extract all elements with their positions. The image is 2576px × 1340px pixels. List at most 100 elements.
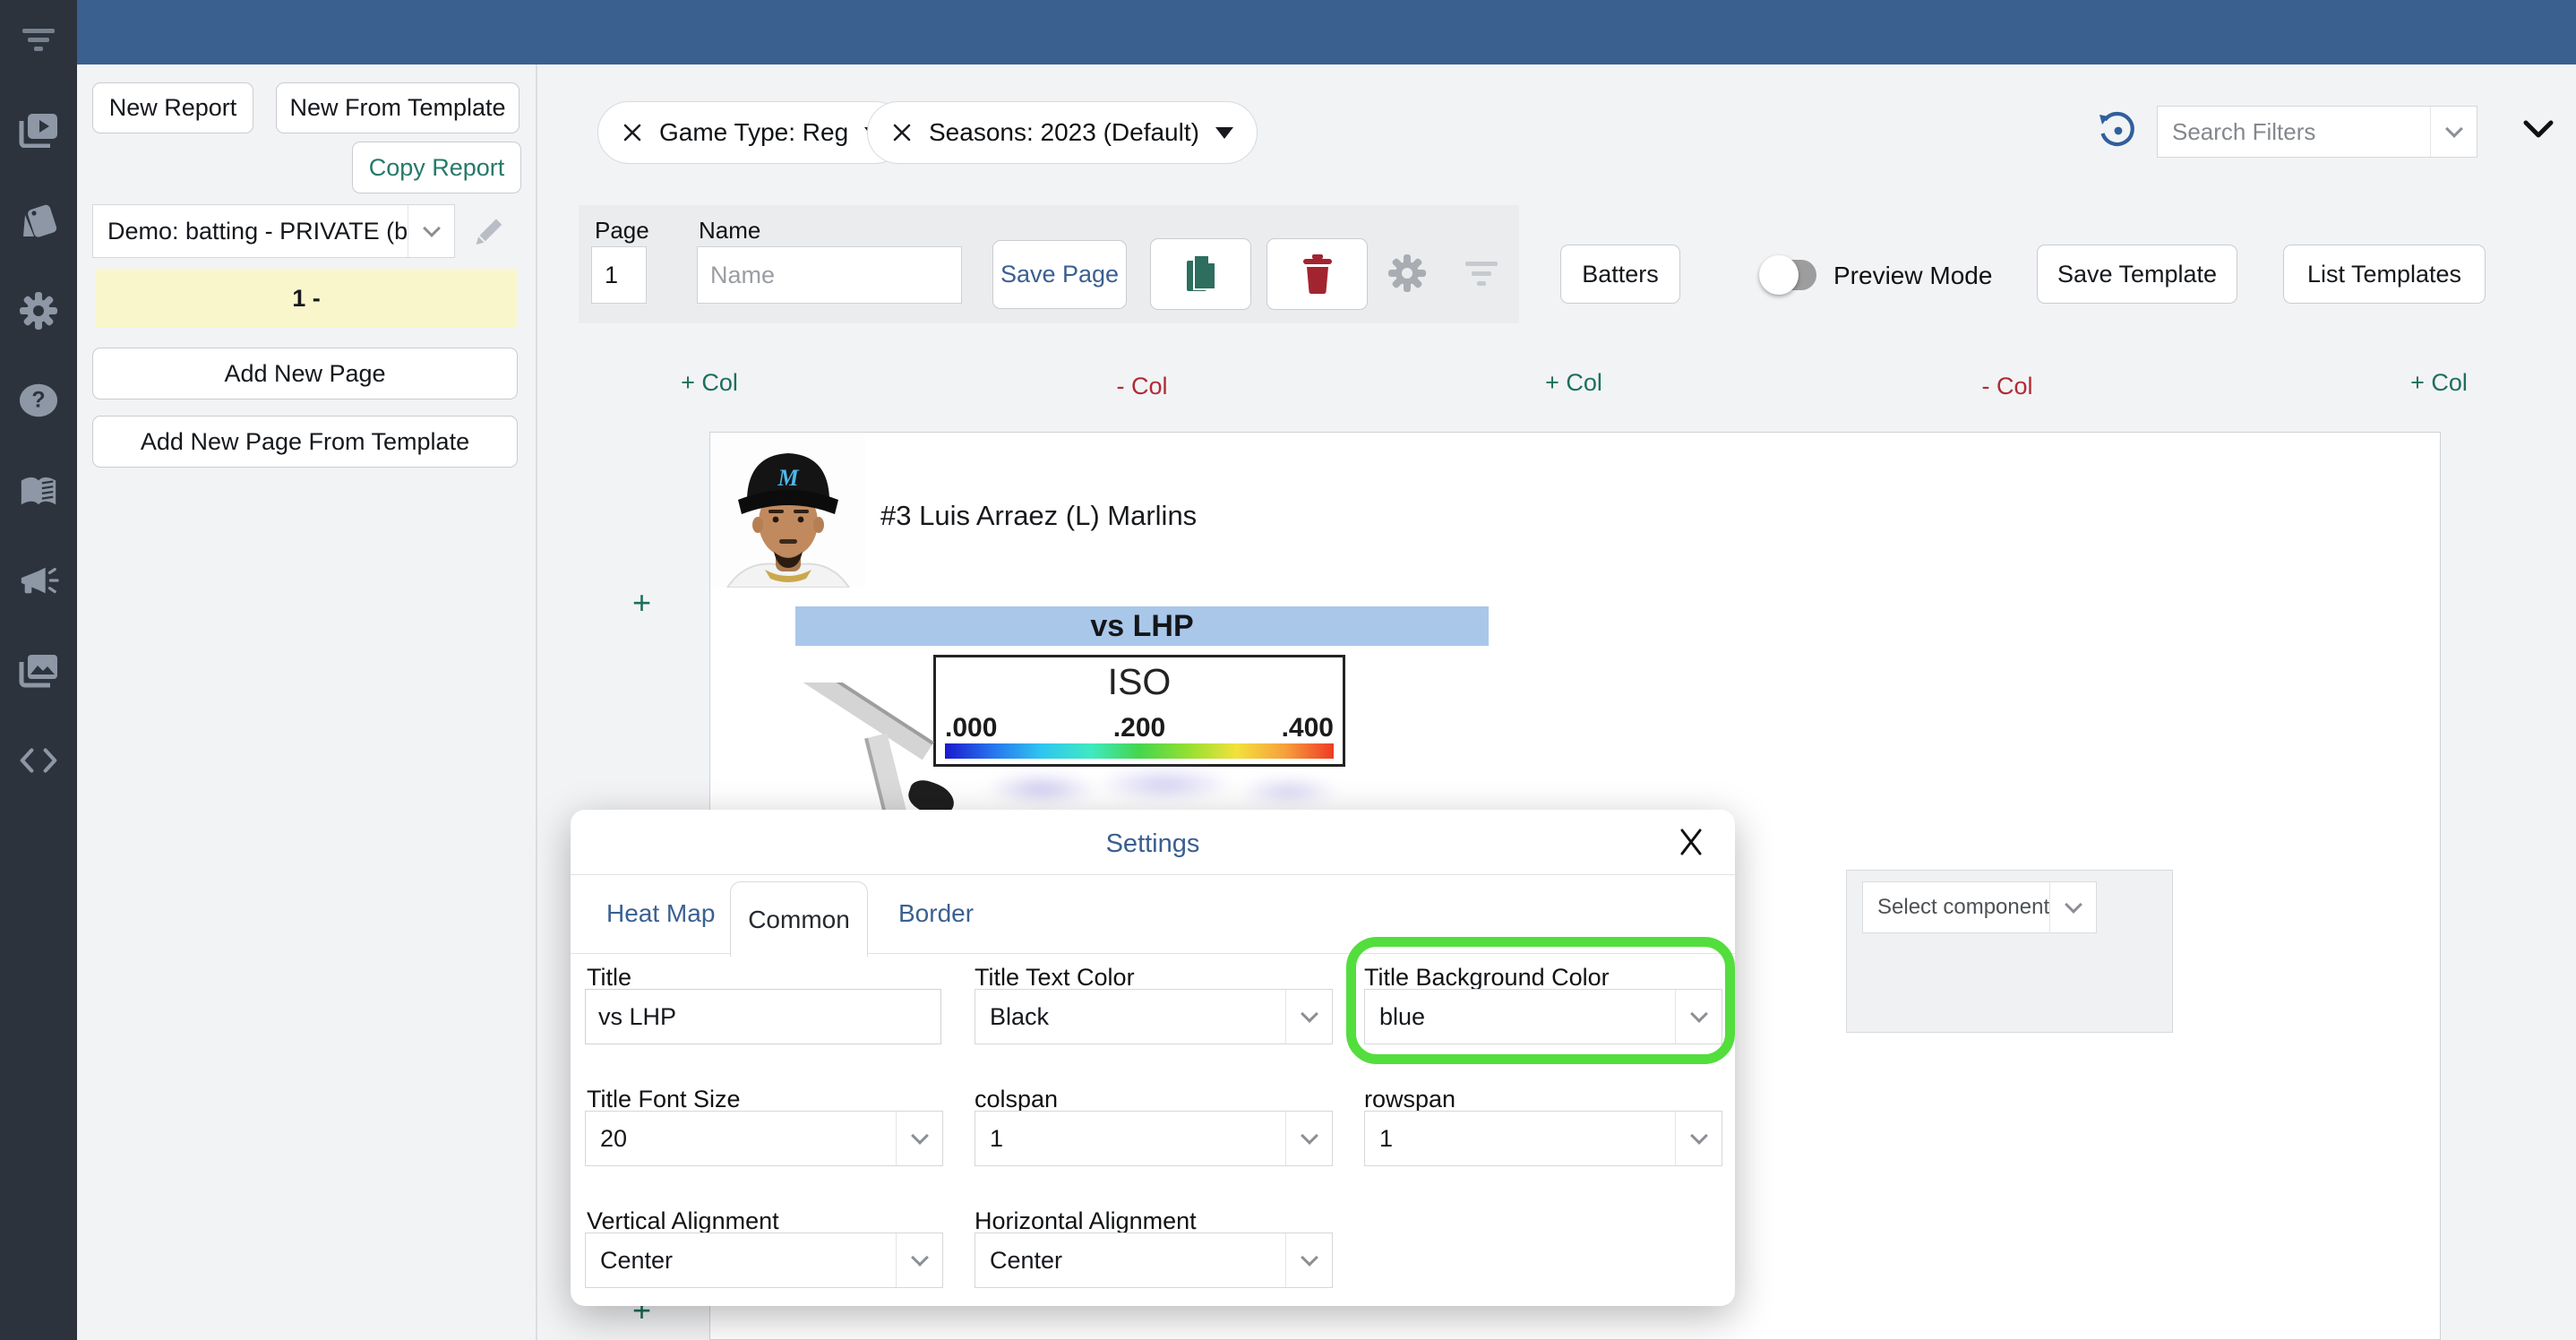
horizontal-alignment-value: Center (990, 1246, 1063, 1274)
vertical-alignment-select[interactable]: Center (585, 1233, 943, 1288)
code-icon[interactable] (18, 740, 59, 781)
collapse-chevron-icon[interactable] (2522, 118, 2555, 144)
section-title-bar[interactable]: vs LHP (795, 606, 1489, 646)
save-page-button[interactable]: Save Page (992, 240, 1127, 309)
remove-col-button[interactable]: - Col (1116, 373, 1167, 400)
gear-icon[interactable] (18, 290, 59, 331)
colspan-value: 1 (990, 1124, 1004, 1152)
preview-mode-toggle[interactable] (1759, 255, 1816, 295)
add-col-button[interactable]: + Col (2410, 369, 2468, 397)
close-icon[interactable] (891, 122, 913, 143)
svg-text:?: ? (31, 388, 45, 413)
title-font-size-select[interactable]: 20 (585, 1111, 943, 1166)
colspan-select[interactable]: 1 (975, 1111, 1333, 1166)
video-library-icon[interactable] (18, 109, 59, 150)
add-new-page-from-template-button[interactable]: Add New Page From Template (92, 416, 518, 468)
preview-mode-label: Preview Mode (1833, 262, 1993, 289)
chevron-down-icon (1675, 1112, 1722, 1165)
filter-chip-game-type[interactable]: Game Type: Reg (597, 101, 907, 164)
list-templates-button[interactable]: List Templates (2283, 245, 2486, 304)
save-template-button[interactable]: Save Template (2037, 245, 2237, 304)
iso-tick-max: .400 (1281, 713, 1334, 743)
search-filters-select[interactable]: Search Filters (2157, 106, 2477, 158)
heatmap-blob (967, 763, 1379, 810)
filter-chip-seasons[interactable]: Seasons: 2023 (Default) (867, 101, 1258, 164)
report-select-value: Demo: batting - PRIVATE (brad... (107, 217, 408, 245)
vertical-alignment-label: Vertical Alignment (587, 1207, 779, 1234)
player-photo: M (711, 434, 865, 592)
iso-legend: ISO .000 .200 .400 (933, 655, 1345, 767)
modal-divider (571, 874, 1735, 875)
add-new-page-button[interactable]: Add New Page (92, 348, 518, 399)
page-name-input[interactable] (697, 246, 962, 304)
copy-page-icon (1186, 254, 1216, 291)
rowspan-select[interactable]: 1 (1364, 1111, 1722, 1166)
close-icon[interactable] (1679, 828, 1703, 861)
horizontal-alignment-label: Horizontal Alignment (975, 1207, 1197, 1234)
modal-title: Settings (1105, 829, 1200, 858)
image-gallery-icon[interactable] (18, 650, 59, 691)
rowspan-label: rowspan (1364, 1086, 1456, 1112)
horizontal-alignment-select[interactable]: Center (975, 1233, 1333, 1288)
pencil-icon[interactable] (469, 215, 505, 255)
chevron-down-icon (1285, 1112, 1332, 1165)
title-field-input[interactable] (585, 989, 941, 1044)
name-label: Name (699, 217, 761, 244)
batters-button[interactable]: Batters (1560, 245, 1680, 304)
filter-lines-icon[interactable] (1462, 258, 1501, 295)
component-placeholder-panel: Select component (1846, 870, 2173, 1033)
filter-icon[interactable] (18, 20, 59, 61)
page-number-input[interactable] (591, 246, 647, 304)
settings-modal: Settings Heat Map Common Border Title Ti… (571, 810, 1735, 1306)
chevron-down-icon (1285, 1233, 1332, 1287)
vertical-alignment-value: Center (600, 1246, 674, 1274)
new-from-template-button[interactable]: New From Template (276, 82, 519, 133)
trash-icon (1302, 254, 1332, 294)
title-text-color-select[interactable]: Black (975, 989, 1333, 1044)
cards-icon[interactable] (18, 201, 59, 242)
report-select[interactable]: Demo: batting - PRIVATE (brad... (92, 204, 455, 258)
title-field-label: Title (587, 964, 632, 991)
chevron-down-icon (896, 1233, 942, 1287)
title-text-color-value: Black (990, 1002, 1050, 1030)
megaphone-icon[interactable] (18, 561, 59, 602)
select-component-value: Select component (1877, 895, 2049, 919)
new-report-button[interactable]: New Report (92, 82, 253, 133)
chevron-down-icon (1675, 990, 1722, 1044)
tab-heat-map[interactable]: Heat Map (606, 899, 715, 928)
copy-page-button[interactable] (1150, 238, 1251, 310)
chevron-down-icon (2049, 882, 2096, 932)
settings-gear-icon[interactable] (1387, 253, 1428, 298)
title-font-size-label: Title Font Size (587, 1086, 741, 1112)
close-icon[interactable] (622, 122, 643, 143)
filter-chip-label: Seasons: 2023 (Default) (929, 118, 1199, 146)
batter-graphic (794, 683, 973, 810)
page-list-item-selected[interactable]: 1 - (96, 269, 517, 328)
tab-common[interactable]: Common (730, 881, 868, 957)
remove-col-button[interactable]: - Col (1981, 373, 2032, 400)
chevron-down-icon[interactable] (1215, 126, 1233, 139)
select-component-dropdown[interactable]: Select component (1862, 881, 2097, 933)
chevron-down-icon (896, 1112, 942, 1165)
iso-gradient-bar (945, 743, 1334, 759)
history-icon[interactable] (2096, 109, 2139, 157)
iso-legend-title: ISO (1107, 661, 1172, 702)
sidebar-nav: ? (0, 0, 77, 1340)
tab-border[interactable]: Border (898, 899, 974, 928)
top-bar (77, 0, 2576, 64)
copy-report-button[interactable]: Copy Report (352, 142, 521, 193)
add-col-button[interactable]: + Col (681, 369, 738, 397)
title-bg-color-label: Title Background Color (1364, 964, 1610, 991)
book-icon[interactable] (18, 471, 59, 512)
chevron-down-icon (1285, 990, 1332, 1044)
chevron-down-icon (408, 205, 454, 257)
panel-divider (536, 64, 537, 1340)
add-col-button[interactable]: + Col (1545, 369, 1602, 397)
chevron-down-icon (2430, 107, 2477, 157)
page-label: Page (595, 217, 649, 244)
title-font-size-value: 20 (600, 1124, 628, 1152)
add-row-plus-button[interactable]: + (632, 584, 651, 622)
delete-page-button[interactable] (1267, 238, 1368, 310)
title-bg-color-select[interactable]: blue (1364, 989, 1722, 1044)
help-icon[interactable]: ? (18, 380, 59, 421)
